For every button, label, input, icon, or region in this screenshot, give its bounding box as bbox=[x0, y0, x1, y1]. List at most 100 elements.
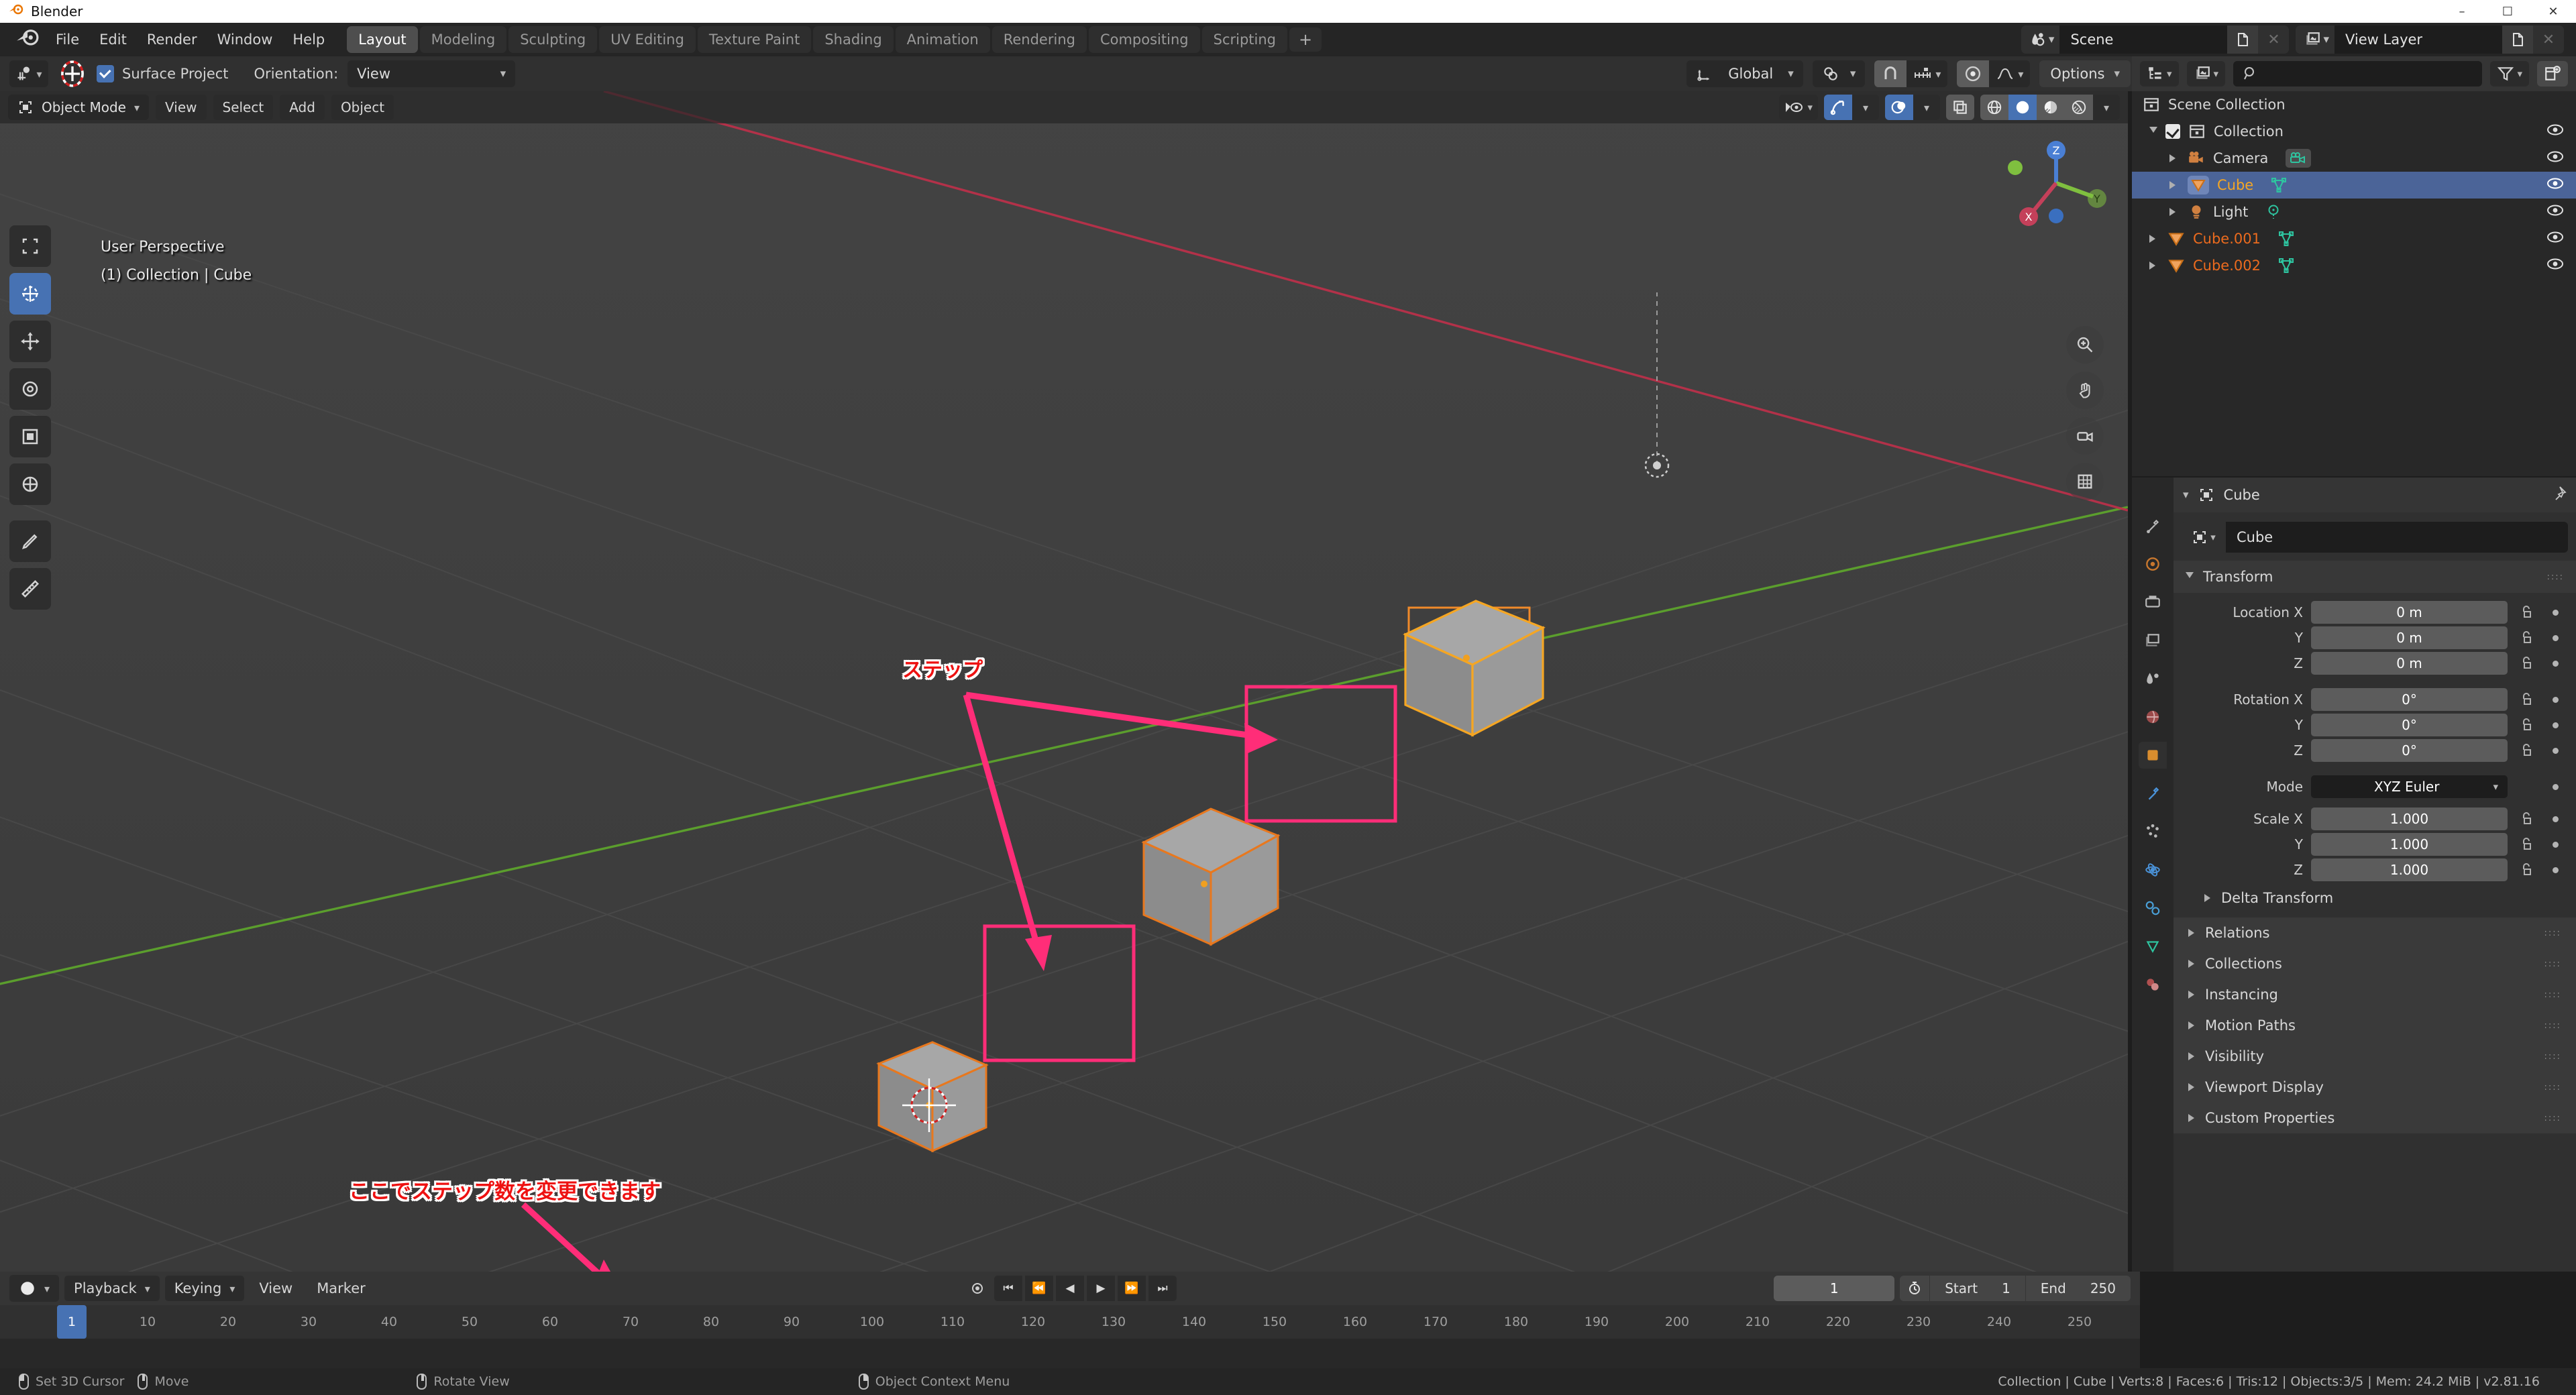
expand-icon[interactable] bbox=[2149, 235, 2155, 243]
location-y-field[interactable]: 0 m bbox=[2311, 626, 2508, 649]
viewport-menu-object[interactable]: Object bbox=[331, 95, 394, 120]
lock-icon[interactable] bbox=[2516, 862, 2538, 877]
properties-tab-scene[interactable] bbox=[2139, 665, 2167, 692]
properties-tab-output[interactable] bbox=[2139, 589, 2167, 616]
outliner-new-collection-button[interactable] bbox=[2537, 61, 2568, 87]
object-name-field[interactable]: ▾ Cube bbox=[2182, 522, 2568, 553]
section-instancing[interactable]: Instancing :::: bbox=[2174, 979, 2576, 1010]
outliner-viewlayer-dropdown[interactable]: ▾ bbox=[2186, 61, 2226, 87]
outliner-row-scene-collection[interactable]: Scene Collection bbox=[2132, 91, 2576, 118]
material-preview-button[interactable] bbox=[2037, 95, 2065, 120]
transform-orientation-dropdown[interactable]: Global ▾ bbox=[1686, 60, 1803, 87]
camera-data-icon[interactable] bbox=[2286, 149, 2312, 168]
surface-project-checkbox-row[interactable]: Surface Project bbox=[97, 65, 229, 82]
workspace-tab-sculpting[interactable]: Sculpting bbox=[508, 26, 598, 53]
object-type-icon[interactable]: ▾ bbox=[2182, 522, 2226, 553]
viewlayer-icon[interactable]: ▾ bbox=[2296, 25, 2334, 54]
workspace-tab-uv-editing[interactable]: UV Editing bbox=[599, 26, 696, 53]
outliner-search-input[interactable] bbox=[2233, 61, 2483, 87]
record-icon[interactable] bbox=[963, 1276, 991, 1301]
scale-z-field[interactable]: 1.000 bbox=[2311, 858, 2508, 881]
scene-icon[interactable]: ▾ bbox=[2021, 25, 2060, 54]
unlink-viewlayer-button[interactable]: ✕ bbox=[2533, 25, 2564, 54]
jump-start-button[interactable]: ⏮ bbox=[994, 1276, 1022, 1301]
surface-project-checkbox[interactable] bbox=[97, 65, 114, 82]
animate-dot[interactable] bbox=[2546, 635, 2564, 641]
timeline-channel-area[interactable] bbox=[0, 1339, 2140, 1368]
workspace-tab-rendering[interactable]: Rendering bbox=[991, 26, 1087, 53]
rotation-mode-dropdown[interactable]: XYZ Euler ▾ bbox=[2311, 775, 2508, 798]
lock-icon[interactable] bbox=[2516, 812, 2538, 826]
pin-icon[interactable] bbox=[2551, 486, 2567, 505]
lock-icon[interactable] bbox=[2516, 743, 2538, 758]
add-workspace-button[interactable]: + bbox=[1289, 27, 1322, 52]
overlays-toggle[interactable] bbox=[1885, 95, 1913, 120]
properties-tab-material[interactable] bbox=[2139, 971, 2167, 998]
tool-scale[interactable] bbox=[9, 416, 51, 457]
tool-rotate[interactable] bbox=[9, 368, 51, 410]
lock-icon[interactable] bbox=[2516, 605, 2538, 620]
lock-icon[interactable] bbox=[2516, 718, 2538, 732]
lock-icon[interactable] bbox=[2516, 630, 2538, 645]
visibility-eye-icon[interactable] bbox=[2546, 258, 2564, 274]
tool-annotate[interactable] bbox=[9, 520, 51, 562]
properties-tab-particles[interactable] bbox=[2139, 818, 2167, 845]
expand-icon[interactable] bbox=[2169, 208, 2176, 216]
visibility-eye-icon[interactable] bbox=[2546, 150, 2564, 167]
menu-help[interactable]: Help bbox=[282, 27, 335, 52]
tool-measure[interactable] bbox=[9, 568, 51, 610]
outliner-editor[interactable]: ▾ ▾ ▾ Scene Collection Collection Camera… bbox=[2132, 56, 2576, 476]
falloff-dropdown[interactable]: ▾ bbox=[1989, 60, 2030, 87]
outliner-row-cube-002[interactable]: Cube.002 bbox=[2132, 252, 2576, 279]
close-button[interactable]: ✕ bbox=[2530, 0, 2576, 23]
next-keyframe-button[interactable]: ⏩ bbox=[1118, 1276, 1146, 1301]
timeline-editor-type-button[interactable]: ▾ bbox=[9, 1275, 60, 1302]
light-data-icon[interactable] bbox=[2265, 204, 2282, 220]
options-button[interactable]: Options ▾ bbox=[2039, 60, 2131, 87]
minimize-button[interactable]: – bbox=[2439, 0, 2485, 23]
properties-tab-physics[interactable] bbox=[2139, 856, 2167, 883]
timeline-menu-view[interactable]: View bbox=[250, 1276, 302, 1301]
playhead[interactable]: 1 bbox=[57, 1305, 87, 1339]
collection-checkbox[interactable] bbox=[2165, 124, 2180, 139]
outliner-filter-button[interactable]: ▾ bbox=[2490, 61, 2529, 87]
object-visibility-button[interactable]: ▾ bbox=[1779, 95, 1818, 120]
tool-preset-button[interactable]: ▾ bbox=[9, 60, 48, 87]
snap-magnet-toggle[interactable] bbox=[1874, 60, 1907, 87]
properties-tab-object-data[interactable] bbox=[2139, 933, 2167, 960]
properties-tab-modifier[interactable] bbox=[2139, 780, 2167, 807]
visibility-eye-icon[interactable] bbox=[2546, 177, 2564, 194]
animate-dot[interactable] bbox=[2546, 816, 2564, 822]
animate-dot[interactable] bbox=[2546, 697, 2564, 703]
shading-dropdown[interactable]: ▾ bbox=[2093, 95, 2120, 120]
viewport-menu-add[interactable]: Add bbox=[280, 95, 325, 120]
navigation-gizmo[interactable]: Z Y X bbox=[1999, 126, 2113, 243]
properties-tab-constraints[interactable] bbox=[2139, 895, 2167, 922]
rendered-shading-button[interactable] bbox=[2065, 95, 2093, 120]
expand-icon[interactable] bbox=[2149, 262, 2155, 270]
properties-tab-world[interactable] bbox=[2139, 704, 2167, 730]
pivot-point-dropdown[interactable]: ▾ bbox=[1812, 60, 1866, 87]
timeline-menu-keying[interactable]: Keying ▾ bbox=[164, 1276, 245, 1301]
workspace-tab-layout[interactable]: Layout bbox=[347, 26, 418, 53]
animate-dot[interactable] bbox=[2546, 867, 2564, 873]
scale-x-field[interactable]: 1.000 bbox=[2311, 807, 2508, 830]
section-custom-properties[interactable]: Custom Properties :::: bbox=[2174, 1103, 2576, 1133]
outliner-row-camera[interactable]: Camera bbox=[2132, 145, 2576, 172]
workspace-tab-texture-paint[interactable]: Texture Paint bbox=[697, 26, 812, 53]
menu-edit[interactable]: Edit bbox=[89, 27, 137, 52]
properties-tab-object[interactable] bbox=[2139, 742, 2167, 769]
orientation-dropdown[interactable]: View ▾ bbox=[347, 60, 516, 87]
camera-view-icon[interactable] bbox=[2066, 417, 2104, 455]
workspace-tab-shading[interactable]: Shading bbox=[813, 26, 894, 53]
expand-icon[interactable] bbox=[2169, 154, 2176, 162]
solid-shading-button[interactable] bbox=[2008, 95, 2037, 120]
rotation-y-field[interactable]: 0° bbox=[2311, 714, 2508, 736]
gizmo-dropdown[interactable]: ▾ bbox=[1852, 95, 1879, 120]
properties-tab-viewlayer[interactable] bbox=[2139, 627, 2167, 654]
object-mode-dropdown[interactable]: Object Mode ▾ bbox=[8, 95, 150, 120]
scene-name[interactable]: Scene bbox=[2059, 25, 2228, 54]
scale-y-field[interactable]: 1.000 bbox=[2311, 833, 2508, 856]
menu-file[interactable]: File bbox=[46, 27, 89, 52]
tool-cursor[interactable] bbox=[9, 273, 51, 315]
